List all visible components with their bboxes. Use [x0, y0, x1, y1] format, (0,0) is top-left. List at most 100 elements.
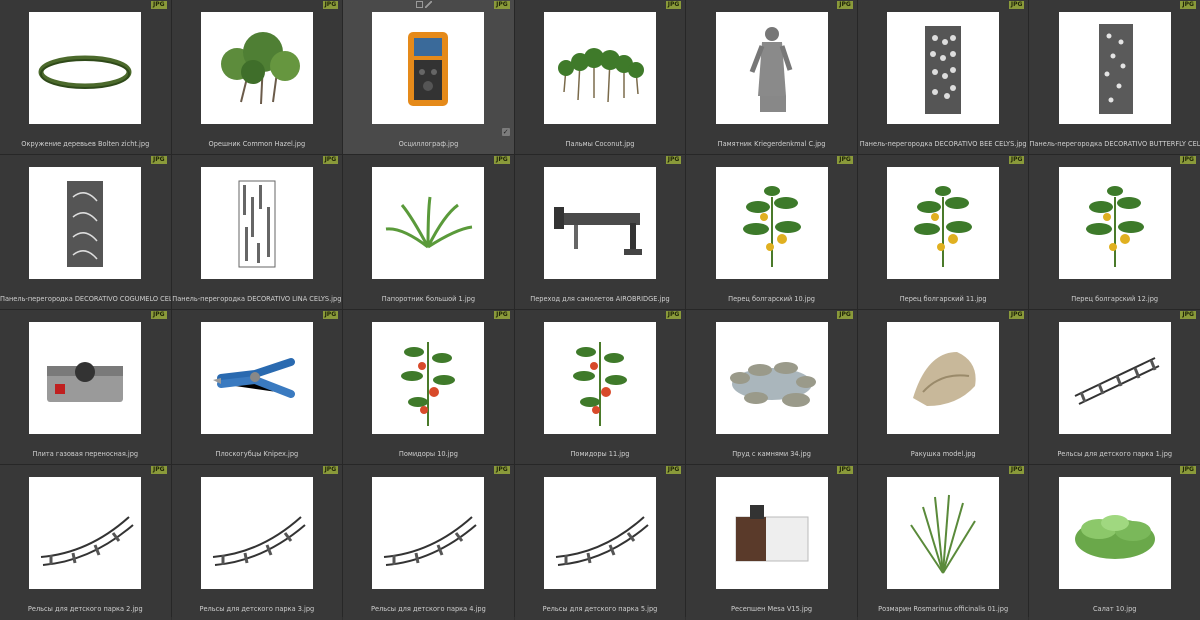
thumbnail-item[interactable]: JPG Ресепшен Mesa V15.jpg — [686, 465, 857, 620]
thumbnail-item[interactable]: JPG Панель-перегородка DECORATIVO LINA CE… — [171, 155, 343, 309]
file-name-label: Салат 10.jpg — [1092, 605, 1137, 613]
select-square-icon[interactable] — [416, 1, 424, 8]
panel-bee-icon[interactable] — [887, 12, 1000, 124]
panel-leaf-icon[interactable] — [29, 167, 142, 279]
pepper-plant-icon[interactable] — [887, 167, 1000, 279]
oscilloscope-icon[interactable] — [372, 12, 485, 124]
lettuce-icon[interactable] — [1058, 477, 1171, 589]
gas-stove-icon[interactable] — [29, 322, 142, 434]
thumbnail-item[interactable]: JPG Плита газовая переносная.jpg — [0, 310, 171, 464]
thumbnail-item[interactable]: JPG Памятник Kriegerdenkmal C.jpg — [686, 0, 857, 154]
hazel-bush-icon[interactable] — [200, 12, 313, 124]
check-icon[interactable]: ✓ — [501, 128, 510, 136]
file-name-label: Рельсы для детского парка 2.jpg — [27, 605, 143, 613]
thumbnail-item[interactable]: JPG Панель-перегородка DECORATIVO BUTTERF… — [1029, 0, 1200, 154]
rails-curve-icon[interactable] — [543, 477, 656, 589]
pepper-plant-icon[interactable] — [715, 167, 828, 279]
rosemary-icon[interactable] — [887, 477, 1000, 589]
file-name-label: Помидоры 10.jpg — [398, 450, 458, 458]
file-type-badge: JPG — [1008, 311, 1025, 319]
file-name-label: Памятник Kriegerdenkmal C.jpg — [717, 140, 826, 148]
file-type-badge: JPG — [1008, 1, 1025, 9]
thumbnail-item[interactable]: JPG Окружение деревьев Bolten zicht.jpg — [0, 0, 171, 154]
file-type-badge: JPG — [837, 156, 853, 164]
file-name-label: Рельсы для детского парка 3.jpg — [199, 605, 315, 613]
file-name-label: Пруд с камнями 34.jpg — [732, 450, 811, 458]
reception-desk-icon[interactable] — [715, 477, 828, 589]
file-name-label: Ракушка model.jpg — [910, 450, 976, 458]
thumbnail-item[interactable]: JPG Переход для самолетов AIROBRIDGE.jpg — [514, 155, 686, 309]
thumbnail-item[interactable]: JPG Рельсы для детского парка 2.jpg — [0, 465, 171, 620]
file-type-badge: JPG — [1180, 311, 1196, 319]
pepper-plant-icon[interactable] — [1058, 167, 1171, 279]
edit-pen-icon[interactable] — [425, 1, 433, 8]
airbridge-icon[interactable] — [543, 167, 656, 279]
file-type-badge: JPG — [665, 311, 682, 319]
seashell-icon[interactable] — [887, 322, 1000, 434]
file-type-badge: JPG — [322, 466, 339, 474]
tomato-plant-icon[interactable] — [543, 322, 656, 434]
thumbnail-item[interactable]: JPG Пруд с камнями 34.jpg — [686, 310, 857, 464]
thumbnail-item[interactable]: JPG Перец болгарский 10.jpg — [686, 155, 857, 309]
thumbnail-item[interactable]: JPG ✓ Осциллограф.jpg — [343, 0, 514, 154]
statue-icon[interactable] — [715, 12, 828, 124]
file-name-label: Перец болгарский 10.jpg — [728, 295, 815, 303]
fern-icon[interactable] — [372, 167, 485, 279]
thumbnail-item[interactable]: JPG Папоротник большой 1.jpg — [343, 155, 514, 309]
rails-straight-icon[interactable] — [1058, 322, 1171, 434]
file-name-label: Помидоры 11.jpg — [570, 450, 630, 458]
pliers-icon[interactable] — [200, 322, 313, 434]
thumbnail-item[interactable]: JPG Панель-перегородка DECORATIVO COGUMEL… — [0, 155, 171, 309]
thumbnail-item[interactable]: JPG Помидоры 11.jpg — [514, 310, 686, 464]
tomato-plant-icon[interactable] — [372, 322, 485, 434]
thumbnail-item[interactable]: JPG Розмарин Rosmarinus officinalis 01.jp… — [857, 465, 1029, 620]
file-name-label: Панель-перегородка DECORATIVO BEE CELYS.… — [859, 140, 1027, 148]
file-type-badge: JPG — [322, 1, 339, 9]
thumbnail-grid: JPG Окружение деревьев Bolten zicht.jpg JP… — [0, 0, 1200, 620]
thumbnail-item[interactable]: JPG Перец болгарский 12.jpg — [1029, 155, 1200, 309]
thumbnail-item[interactable]: JPG Рельсы для детского парка 3.jpg — [171, 465, 343, 620]
file-type-badge: JPG — [1008, 156, 1025, 164]
file-type-badge: JPG — [151, 311, 167, 319]
file-type-badge: JPG — [837, 466, 853, 474]
thumbnail-item[interactable]: JPG Пальмы Coconut.jpg — [514, 0, 686, 154]
file-name-label: Плита газовая переносная.jpg — [32, 450, 139, 458]
thumbnail-item[interactable]: JPG Рельсы для детского парка 1.jpg — [1029, 310, 1200, 464]
file-name-label: Окружение деревьев Bolten zicht.jpg — [21, 140, 150, 148]
thumbnail-item[interactable]: JPG Панель-перегородка DECORATIVO BEE CEL… — [857, 0, 1029, 154]
thumbnail-item[interactable]: JPG Ракушка model.jpg — [857, 310, 1029, 464]
thumbnail-item[interactable]: JPG Орешник Common Hazel.jpg — [171, 0, 343, 154]
panel-lines-icon[interactable] — [200, 167, 313, 279]
file-name-label: Перец болгарский 12.jpg — [1071, 295, 1159, 303]
thumbnail-item[interactable]: JPG Рельсы для детского парка 4.jpg — [343, 465, 514, 620]
file-type-badge: JPG — [494, 156, 510, 164]
thumbnail-item[interactable]: JPG Рельсы для детского парка 5.jpg — [514, 465, 686, 620]
palms-icon[interactable] — [543, 12, 656, 124]
file-type-badge: JPG — [665, 466, 682, 474]
thumbnail-item[interactable]: JPG Перец болгарский 11.jpg — [857, 155, 1029, 309]
file-name-label: Осциллограф.jpg — [398, 140, 459, 148]
pond-stones-icon[interactable] — [715, 322, 828, 434]
file-type-badge: JPG — [151, 1, 167, 9]
rails-curve-icon[interactable] — [29, 477, 142, 589]
file-name-label: Переход для самолетов AIROBRIDGE.jpg — [530, 295, 670, 303]
file-name-label: Пальмы Coconut.jpg — [565, 140, 635, 148]
file-name-label: Панель-перегородка DECORATIVO LINA CELYS… — [172, 295, 342, 303]
thumbnail-item[interactable]: JPG Плоскогубцы Knipex.jpg — [171, 310, 343, 464]
tree-ring-icon[interactable] — [29, 12, 142, 124]
rails-curve-icon[interactable] — [372, 477, 485, 589]
file-name-label: Папоротник большой 1.jpg — [381, 295, 476, 303]
file-name-label: Перец болгарский 11.jpg — [899, 295, 987, 303]
file-type-badge: JPG — [322, 156, 339, 164]
thumbnail-item[interactable]: JPG Салат 10.jpg — [1029, 465, 1200, 620]
file-name-label: Плоскогубцы Knipex.jpg — [215, 450, 299, 458]
thumbnail-item[interactable]: JPG Помидоры 10.jpg — [343, 310, 514, 464]
file-type-badge: JPG — [665, 156, 682, 164]
rails-curve-icon[interactable] — [200, 477, 313, 589]
file-name-label: Розмарин Rosmarinus officinalis 01.jpg — [878, 605, 1009, 613]
file-type-badge: JPG — [494, 466, 510, 474]
file-type-badge: JPG — [494, 1, 510, 9]
panel-butterfly-icon[interactable] — [1058, 12, 1171, 124]
file-name-label: Орешник Common Hazel.jpg — [208, 140, 306, 148]
file-type-badge: JPG — [322, 311, 339, 319]
